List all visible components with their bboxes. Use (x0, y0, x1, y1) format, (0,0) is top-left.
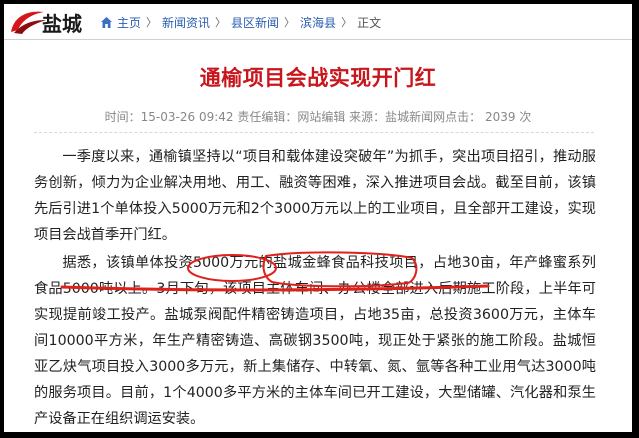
breadcrumb-separator: 〉 (284, 16, 296, 29)
breadcrumb-separator: 〉 (341, 16, 353, 29)
breadcrumb-binhai[interactable]: 滨海县 (300, 14, 336, 31)
breadcrumb-news[interactable]: 新闻资讯 (162, 14, 210, 31)
red-swoosh-logo-icon: 盐城 (11, 11, 82, 36)
breadcrumb-separator: 〉 (146, 16, 158, 29)
divider (34, 132, 594, 133)
breadcrumb: 主页 〉 新闻资讯 〉 县区新闻 〉 滨海县 〉 正文 (100, 13, 381, 31)
breadcrumb-separator: 〉 (215, 16, 227, 29)
window-edge (634, 0, 639, 438)
article-body: 一季度以来，通榆镇坚持以“项目和载体建设突破年”为抓手，突出项目招引，推动服务创… (34, 144, 596, 432)
site-header: 盐城 主页 〉 新闻资讯 〉 县区新闻 〉 滨海县 〉 正文 (4, 4, 632, 40)
home-icon (101, 16, 112, 28)
page-frame: 盐城 主页 〉 新闻资讯 〉 县区新闻 〉 滨海县 〉 正文 通榆项目会战实现开… (4, 4, 632, 432)
breadcrumb-home[interactable]: 主页 (117, 14, 141, 31)
breadcrumb-current: 正文 (357, 15, 382, 30)
breadcrumb-county-news[interactable]: 县区新闻 (231, 14, 279, 31)
article-paragraph: 据悉，该镇单体投资5000万元的盐城金蜂食品科技项目，占地30亩，年产蜂蜜系列食… (34, 255, 596, 427)
article-title: 通榆项目会战实现开门红 (199, 66, 437, 90)
article-meta: 时间：15-03-26 09:42 责任编辑：网站编辑 来源：盐城新闻网点击： … (104, 110, 532, 124)
site-logo[interactable]: 盐城 (8, 6, 104, 38)
article-paragraph: 一季度以来，通榆镇坚持以“项目和载体建设突破年”为抓手，突出项目招引，推动服务创… (34, 149, 596, 243)
site-logo-text: 盐城 (42, 12, 82, 36)
